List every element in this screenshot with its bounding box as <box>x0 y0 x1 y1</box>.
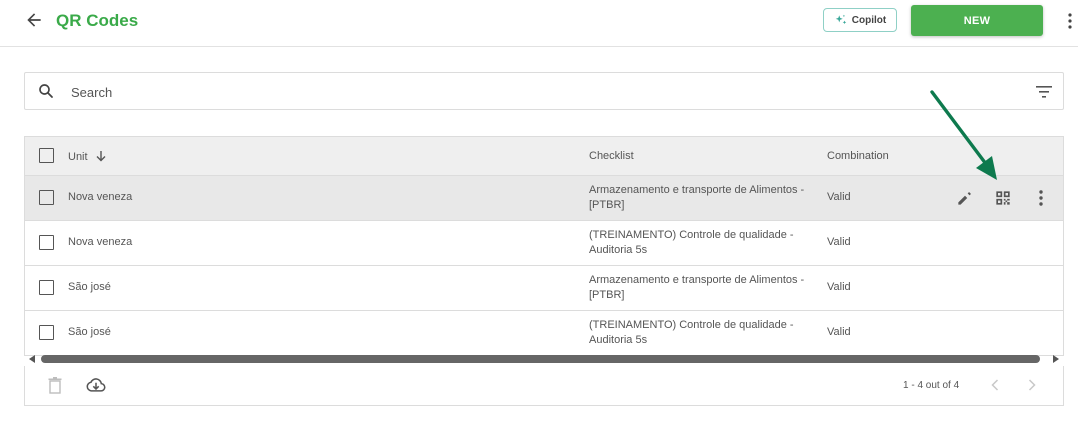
combination-cell: Valid <box>827 326 851 338</box>
previous-page-icon[interactable] <box>987 377 1003 393</box>
combination-cell: Valid <box>827 281 851 293</box>
search-input[interactable] <box>69 81 1013 103</box>
row-more-options-icon[interactable] <box>1031 188 1051 208</box>
table-row[interactable]: São josé Armazenamento e transporte de A… <box>25 266 1063 311</box>
unit-cell: São josé <box>68 326 111 338</box>
edit-pencil-icon[interactable] <box>955 188 975 208</box>
search-bar <box>24 72 1064 110</box>
filter-icon[interactable] <box>1035 84 1053 100</box>
scroll-right-arrow-icon[interactable] <box>1053 355 1059 363</box>
row-checkbox[interactable] <box>39 280 54 295</box>
qr-code-icon[interactable] <box>993 188 1013 208</box>
more-options-icon[interactable] <box>1064 12 1076 30</box>
combination-cell: Valid <box>827 236 851 248</box>
checklist-cell: Armazenamento e transporte de Alimentos … <box>589 274 805 301</box>
copilot-label: Copilot <box>851 14 887 26</box>
sparkle-icon <box>835 14 847 25</box>
column-header-unit[interactable]: Unit <box>68 150 107 163</box>
scrollbar-thumb[interactable] <box>41 355 1040 363</box>
pagination-summary: 1 - 4 out of 4 <box>903 380 960 391</box>
search-icon <box>39 84 53 98</box>
select-all-checkbox[interactable] <box>39 148 54 163</box>
table-footer: 1 - 4 out of 4 <box>24 366 1064 406</box>
row-checkbox[interactable] <box>39 235 54 250</box>
copilot-button[interactable]: Copilot <box>823 8 897 32</box>
trash-icon <box>48 377 62 394</box>
unit-cell: São josé <box>68 281 111 293</box>
qr-codes-table: Unit Checklist Combination Nova veneza A… <box>24 136 1064 356</box>
horizontal-scrollbar[interactable] <box>24 352 1064 366</box>
unit-cell: Nova veneza <box>68 191 133 203</box>
column-header-combination[interactable]: Combination <box>827 150 889 162</box>
checklist-cell: Armazenamento e transporte de Alimentos … <box>589 184 805 211</box>
row-checkbox[interactable] <box>39 190 54 205</box>
column-label-unit: Unit <box>68 151 88 163</box>
row-checkbox[interactable] <box>39 325 54 340</box>
top-bar: QR Codes Copilot NEW <box>0 0 1078 47</box>
scroll-left-arrow-icon[interactable] <box>29 355 35 363</box>
new-button[interactable]: NEW <box>911 5 1043 36</box>
column-header-checklist[interactable]: Checklist <box>589 150 634 162</box>
table-row[interactable]: Nova veneza Armazenamento e transporte d… <box>25 176 1063 221</box>
table-row[interactable]: São josé (TREINAMENTO) Controle de quali… <box>25 311 1063 355</box>
page-title: QR Codes <box>56 11 139 30</box>
next-page-icon[interactable] <box>1024 377 1040 393</box>
table-row[interactable]: Nova veneza (TREINAMENTO) Controle de qu… <box>25 221 1063 266</box>
cloud-download-icon[interactable] <box>85 376 107 394</box>
back-arrow-icon[interactable] <box>24 10 44 30</box>
unit-cell: Nova veneza <box>68 236 133 248</box>
sort-down-arrow-icon[interactable] <box>95 150 107 162</box>
combination-cell: Valid <box>827 191 851 203</box>
table-header: Unit Checklist Combination <box>25 137 1063 176</box>
checklist-cell: (TREINAMENTO) Controle de qualidade - Au… <box>589 319 794 346</box>
checklist-cell: (TREINAMENTO) Controle de qualidade - Au… <box>589 229 794 256</box>
